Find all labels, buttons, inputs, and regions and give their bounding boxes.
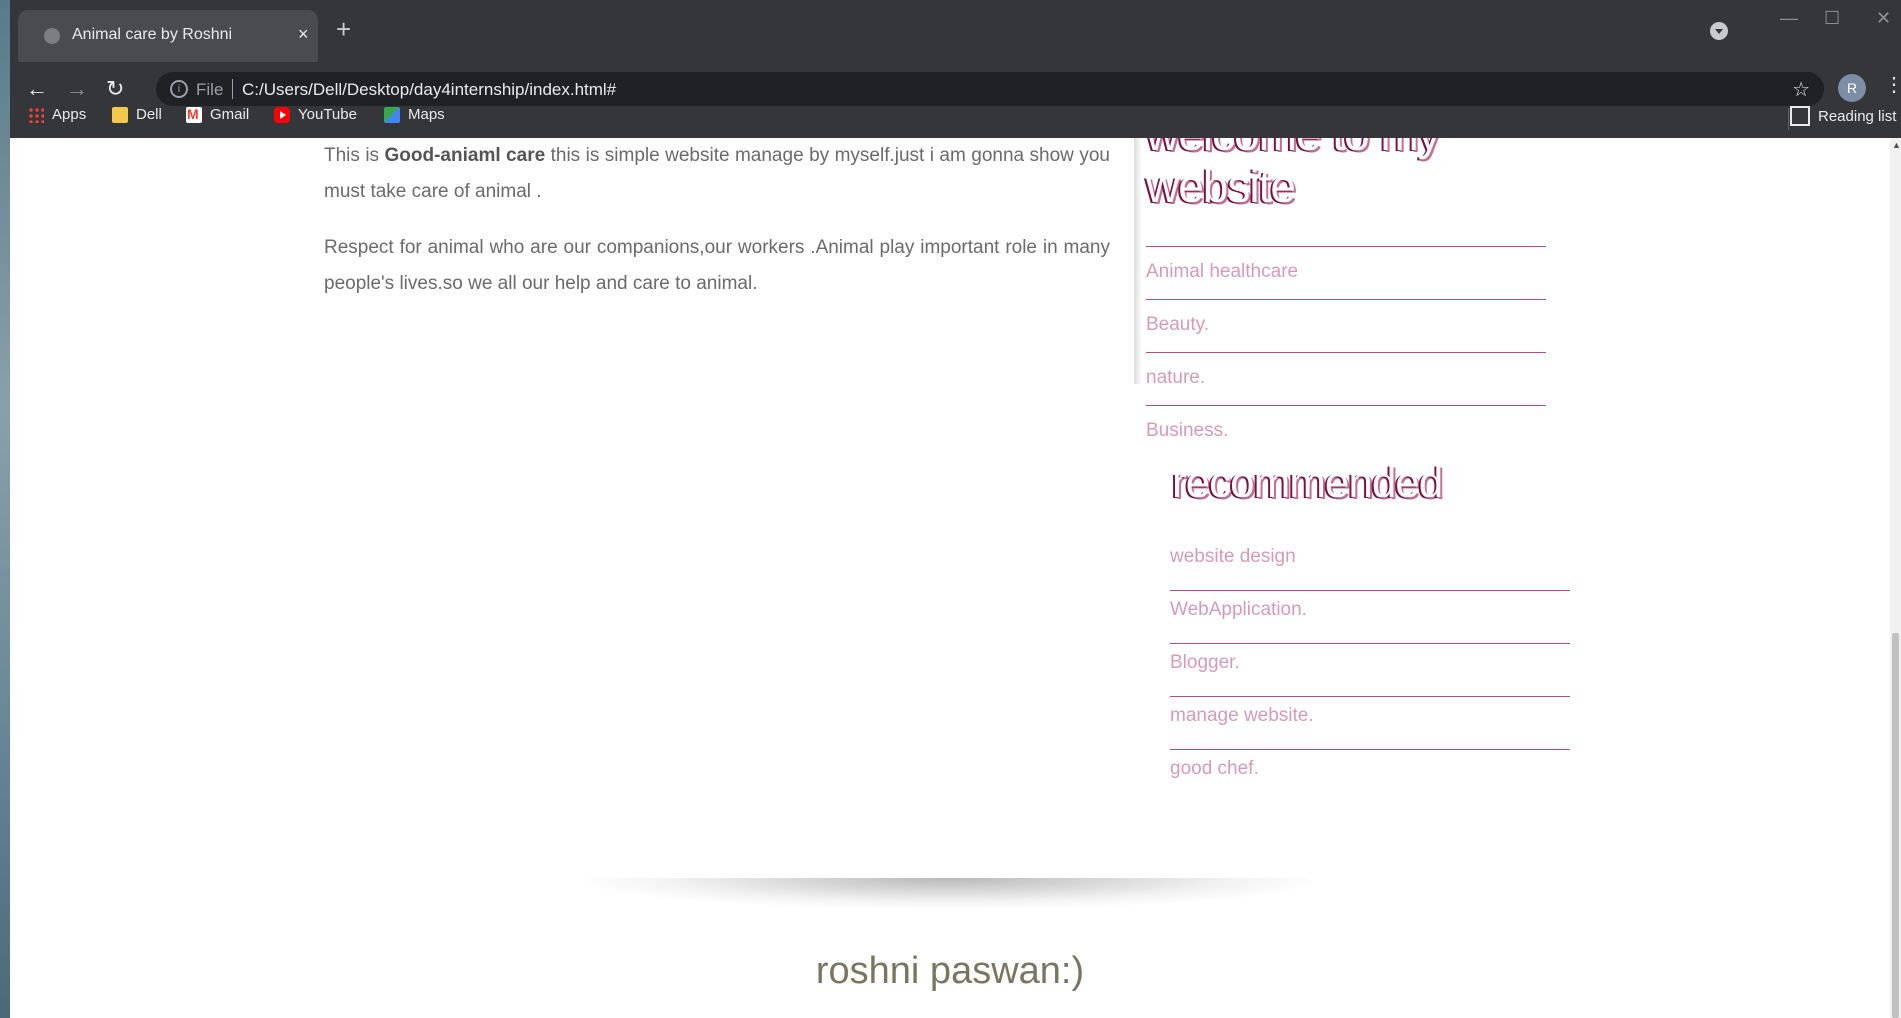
recommended-link[interactable]: good chef. — [1170, 750, 1570, 803]
bookmarks-bar: Apps Dell Gmail YouTube Maps Reading lis… — [10, 100, 1901, 138]
gmail-icon — [186, 106, 202, 123]
desktop-background-strip — [0, 0, 10, 1018]
bookmark-dell[interactable]: Dell — [112, 106, 162, 123]
sidebar-link[interactable]: Beauty. — [1146, 299, 1546, 352]
page-scrollbar[interactable]: ▲ — [1890, 138, 1901, 1018]
url-scheme-label: File — [196, 80, 224, 99]
recommended-link[interactable]: Blogger. — [1170, 644, 1570, 697]
recommended-link[interactable]: manage website. — [1170, 697, 1570, 750]
minimize-icon[interactable]: — — [1780, 8, 1798, 29]
url-text[interactable]: C:/Users/Dell/Desktop/day4internship/ind… — [242, 80, 616, 100]
bookmark-label: Gmail — [210, 106, 250, 123]
reload-icon[interactable]: ↻ — [106, 76, 124, 102]
tab-search-icon[interactable] — [1710, 22, 1728, 40]
profile-avatar[interactable]: R — [1838, 74, 1866, 102]
browser-tab[interactable]: Animal care by Roshni × — [18, 10, 318, 62]
respect-paragraph: Respect for animal who are our companion… — [324, 237, 1110, 294]
intro-prefix: This is — [324, 145, 385, 166]
reading-list-icon — [1790, 106, 1810, 126]
site-info-icon[interactable]: i — [170, 80, 188, 98]
bookmark-star-icon[interactable]: ☆ — [1792, 77, 1810, 102]
bookmark-gmail[interactable]: Gmail — [186, 106, 249, 123]
sidebar-links: Animal healthcare Beauty. nature. Busine… — [1146, 246, 1546, 458]
bookmark-label: Apps — [52, 106, 87, 123]
folder-icon — [112, 106, 128, 123]
footer-divider-shadow — [590, 878, 1310, 908]
reading-list-button[interactable]: Reading list — [1790, 106, 1896, 126]
bookmark-apps[interactable]: Apps — [28, 106, 86, 123]
sidebar-link[interactable]: Business. — [1146, 405, 1546, 458]
scrollbar-thumb[interactable] — [1892, 633, 1899, 1018]
bookmark-maps[interactable]: Maps — [384, 106, 445, 123]
scroll-up-icon[interactable]: ▲ — [1892, 140, 1901, 150]
new-tab-button[interactable]: + — [336, 16, 351, 42]
reading-list-label: Reading list — [1818, 107, 1897, 125]
recommended-link[interactable]: website design — [1170, 538, 1570, 591]
sidebar-link[interactable]: Animal healthcare — [1146, 246, 1546, 299]
bookmarks-divider — [1788, 108, 1789, 130]
forward-arrow-icon[interactable]: → — [66, 76, 88, 102]
back-arrow-icon[interactable]: ← — [26, 76, 48, 102]
intro-bold: Good-aniaml care — [384, 145, 546, 166]
url-separator — [232, 79, 233, 99]
recommended-links: website design WebApplication. Blogger. … — [1170, 538, 1570, 803]
recommended-heading: recommended — [1172, 458, 1443, 507]
bookmark-youtube[interactable]: YouTube — [274, 106, 357, 123]
youtube-icon — [274, 106, 290, 123]
page-viewport: This is Good-aniaml care this is simple … — [10, 138, 1890, 1018]
intro-paragraph: This is Good-aniaml care this is simple … — [324, 138, 1110, 210]
bookmark-label: Maps — [408, 106, 445, 123]
recommended-link[interactable]: WebApplication. — [1170, 591, 1570, 644]
window-close-icon[interactable]: ✕ — [1876, 8, 1891, 29]
sidebar-link[interactable]: nature. — [1146, 352, 1546, 405]
footer-author-name: roshni paswan:) — [815, 950, 1085, 992]
apps-grid-icon — [28, 106, 44, 123]
globe-icon — [44, 28, 60, 44]
sidebar-shadow — [1134, 138, 1142, 384]
tab-title: Animal care by Roshni — [72, 26, 233, 43]
maximize-icon[interactable]: ☐ — [1824, 8, 1840, 29]
browser-menu-icon[interactable]: ⋮ — [1884, 72, 1901, 97]
browser-tab-bar: Animal care by Roshni × + — ☐ ✕ — [10, 0, 1901, 62]
bookmark-label: YouTube — [298, 106, 357, 123]
main-content: This is Good-aniaml care this is simple … — [324, 138, 1110, 322]
tab-close-icon[interactable]: × — [298, 24, 309, 45]
maps-icon — [384, 106, 400, 123]
bookmark-label: Dell — [136, 106, 162, 123]
welcome-heading: welcome to my website — [1146, 138, 1441, 212]
